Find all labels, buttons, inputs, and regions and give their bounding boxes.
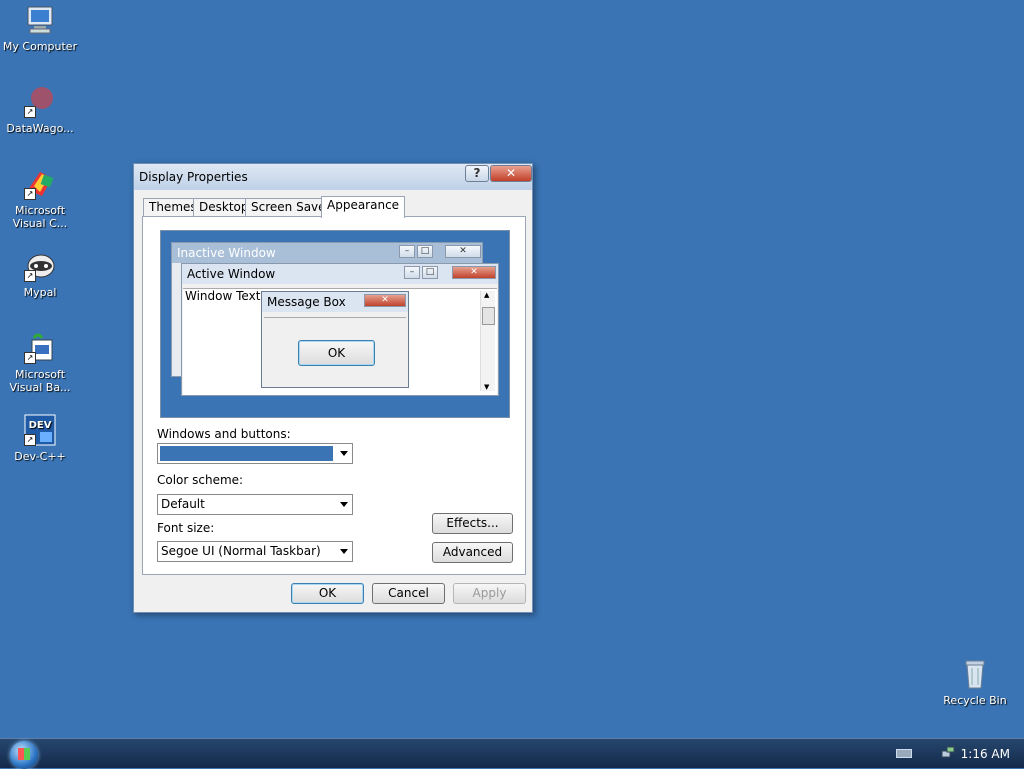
datawago-icon: ↗: [24, 86, 56, 118]
dev-cpp-icon: DEV ↗: [24, 414, 56, 446]
network-icon[interactable]: [941, 746, 955, 760]
font-size-label: Font size:: [157, 521, 215, 535]
shortcut-arrow-icon: ↗: [24, 352, 36, 364]
scroll-down-icon: ▼: [484, 383, 490, 391]
appearance-panel: Inactive Window – □ ✕ Active Window – □ …: [142, 216, 526, 575]
desktop-icon-label: Microsoft Visual Ba...: [9, 368, 71, 394]
maximize-icon: □: [417, 245, 433, 258]
desktop-icon-label: DataWago...: [6, 122, 74, 135]
start-button[interactable]: [10, 741, 38, 769]
color-scheme-value: Default: [161, 497, 205, 511]
desktop-icon-label: Recycle Bin: [943, 694, 1007, 707]
cancel-button[interactable]: Cancel: [372, 583, 445, 604]
inactive-window-title: Inactive Window: [172, 243, 482, 263]
scroll-thumb: [482, 307, 495, 325]
windows-logo-icon: [18, 748, 30, 760]
clock[interactable]: 1:16 AM: [961, 747, 1010, 761]
chevron-down-icon: [340, 451, 348, 456]
desktop-icon-dev-cpp[interactable]: DEV ↗ Dev-C++: [0, 414, 80, 463]
scroll-up-icon: ▲: [484, 291, 490, 299]
mypal-icon: ↗: [24, 250, 56, 282]
appearance-preview: Inactive Window – □ ✕ Active Window – □ …: [160, 230, 510, 418]
taskbar: 1:16 AM: [0, 738, 1024, 769]
desktop-icon-label: Microsoft Visual C...: [12, 204, 68, 230]
svg-text:DEV: DEV: [29, 420, 52, 431]
keyboard-icon[interactable]: [896, 749, 912, 758]
preview-scrollbar: ▲ ▼: [480, 291, 495, 391]
windows-buttons-label: Windows and buttons:: [157, 427, 291, 441]
desktop-icon-recycle-bin[interactable]: Recycle Bin: [935, 658, 1015, 707]
shortcut-arrow-icon: ↗: [24, 434, 36, 446]
advanced-button[interactable]: Advanced: [432, 542, 513, 563]
windows-buttons-select[interactable]: [157, 443, 353, 464]
shortcut-arrow-icon: ↗: [24, 106, 36, 118]
apply-button[interactable]: Apply: [453, 583, 526, 604]
preview-message-box: Message Box ✕ OK: [261, 291, 409, 388]
active-window-title: Active Window: [182, 264, 498, 284]
message-box-body: OK: [264, 317, 406, 386]
help-button[interactable]: ?: [465, 165, 489, 182]
desktop-icon-mypal[interactable]: ↗ Mypal: [0, 250, 80, 299]
help-icon: ?: [473, 166, 481, 180]
desktop-icon-label: My Computer: [2, 40, 78, 53]
maximize-icon: □: [422, 266, 438, 279]
window-text-label: Window Text: [185, 289, 261, 303]
dialog-titlebar[interactable]: Display Properties ? ✕: [134, 164, 532, 190]
inactive-close-icon: ✕: [445, 245, 481, 258]
tab-appearance[interactable]: Appearance: [321, 196, 406, 218]
close-button[interactable]: ✕: [490, 165, 532, 182]
minimize-icon: –: [399, 245, 415, 258]
active-close-icon: ✕: [452, 266, 496, 279]
my-computer-icon: [24, 4, 56, 36]
shortcut-arrow-icon: ↗: [24, 188, 36, 200]
chevron-down-icon: [340, 549, 348, 554]
dialog-title: Display Properties: [139, 170, 248, 184]
shortcut-arrow-icon: ↗: [24, 270, 36, 282]
desktop-icon-my-computer[interactable]: My Computer: [0, 4, 80, 53]
message-box-close-icon: ✕: [364, 294, 406, 307]
recycle-bin-icon: [959, 658, 991, 690]
visual-basic-icon: ↗: [24, 332, 56, 364]
font-size-select[interactable]: Segoe UI (Normal Taskbar): [157, 541, 353, 562]
visual-c-icon: ↗: [24, 168, 56, 200]
message-box-ok-button: OK: [298, 340, 375, 366]
effects-button[interactable]: Effects...: [432, 513, 513, 534]
close-icon: ✕: [505, 166, 517, 180]
desktop-icon-datawago[interactable]: ↗ DataWago...: [0, 86, 80, 135]
desktop-icon-label: Dev-C++: [14, 450, 66, 463]
minimize-icon: –: [404, 266, 420, 279]
color-scheme-select[interactable]: Default: [157, 494, 353, 515]
desktop-icon-visual-c[interactable]: ↗ Microsoft Visual C...: [0, 168, 80, 230]
desktop-icon-label: Mypal: [23, 286, 57, 299]
font-size-value: Segoe UI (Normal Taskbar): [161, 544, 321, 558]
ok-button[interactable]: OK: [291, 583, 364, 604]
display-properties-dialog: Display Properties ? ✕ Themes Desktop Sc…: [133, 163, 533, 613]
desktop-icon-visual-basic[interactable]: ↗ Microsoft Visual Ba...: [0, 332, 80, 394]
color-scheme-label: Color scheme:: [157, 473, 244, 487]
chevron-down-icon: [340, 502, 348, 507]
windows-buttons-selection: [160, 446, 333, 461]
